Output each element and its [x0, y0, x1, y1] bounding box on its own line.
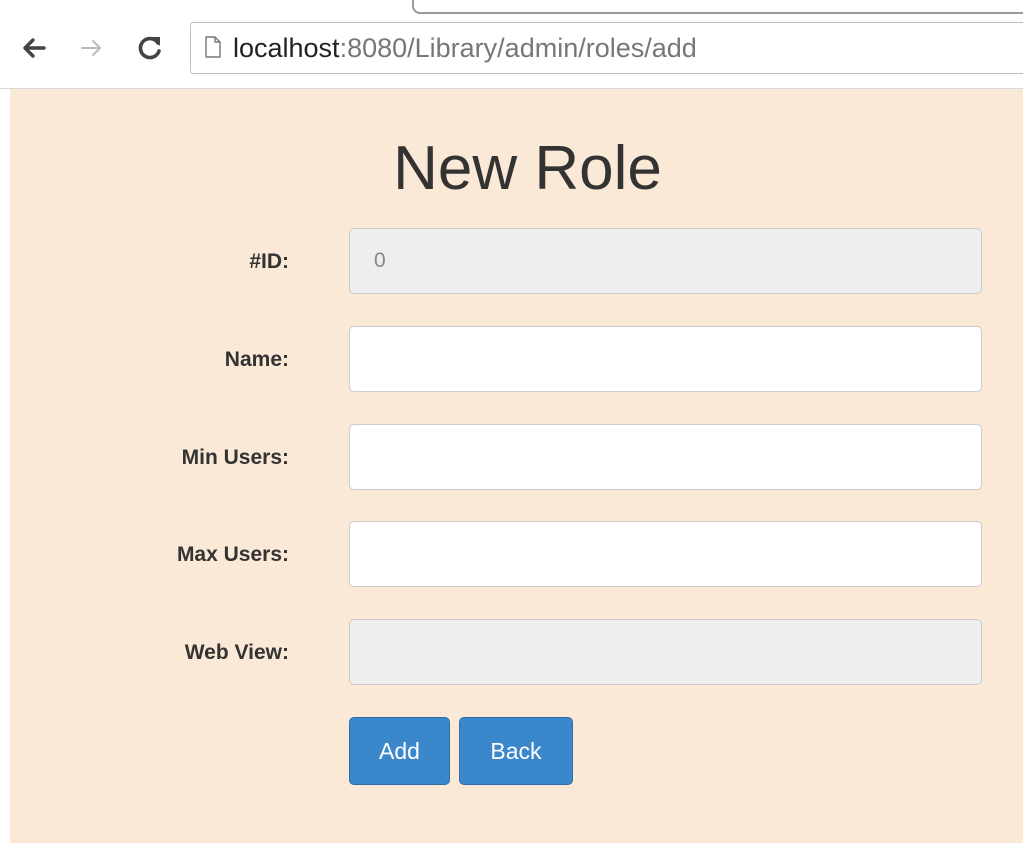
max-users-field[interactable] — [349, 521, 982, 587]
forward-button[interactable] — [78, 34, 106, 62]
page-title: New Role — [393, 134, 662, 203]
form-row-name: Name: — [10, 326, 1023, 394]
min-users-field[interactable] — [349, 424, 982, 490]
reload-icon — [138, 36, 161, 60]
web-view-field — [349, 619, 982, 685]
web-view-label: Web View: — [184, 641, 289, 664]
url-path: :8080/Library/admin/roles/add — [339, 33, 697, 63]
add-button[interactable]: Add — [349, 717, 450, 785]
arrow-left-icon — [23, 38, 46, 58]
id-field — [349, 228, 982, 294]
form-row-id: #ID: — [10, 228, 1023, 296]
page-content: New Role #ID: Name: Min Users: Max Users… — [10, 89, 1023, 843]
browser-toolbar: localhost:8080/Library/admin/roles/add — [0, 0, 1023, 89]
reload-button[interactable] — [136, 34, 164, 62]
form-row-web-view: Web View: — [10, 619, 1023, 687]
arrow-right-icon — [81, 40, 101, 56]
url-host: localhost — [233, 33, 340, 63]
back-button[interactable] — [20, 34, 48, 62]
form-row-max-users: Max Users: — [10, 521, 1023, 589]
form-row-min-users: Min Users: — [10, 424, 1023, 492]
name-field[interactable] — [349, 326, 982, 392]
url-text: localhost:8080/Library/admin/roles/add — [233, 33, 697, 63]
page-icon — [205, 36, 221, 58]
tab-strip-edge — [412, 0, 1023, 14]
back-link-button[interactable]: Back — [459, 717, 573, 785]
name-label: Name: — [224, 348, 289, 371]
max-users-label: Max Users: — [176, 543, 289, 566]
min-users-label: Min Users: — [181, 446, 289, 469]
id-label: #ID: — [249, 250, 289, 273]
address-bar[interactable]: localhost:8080/Library/admin/roles/add — [190, 22, 1023, 74]
